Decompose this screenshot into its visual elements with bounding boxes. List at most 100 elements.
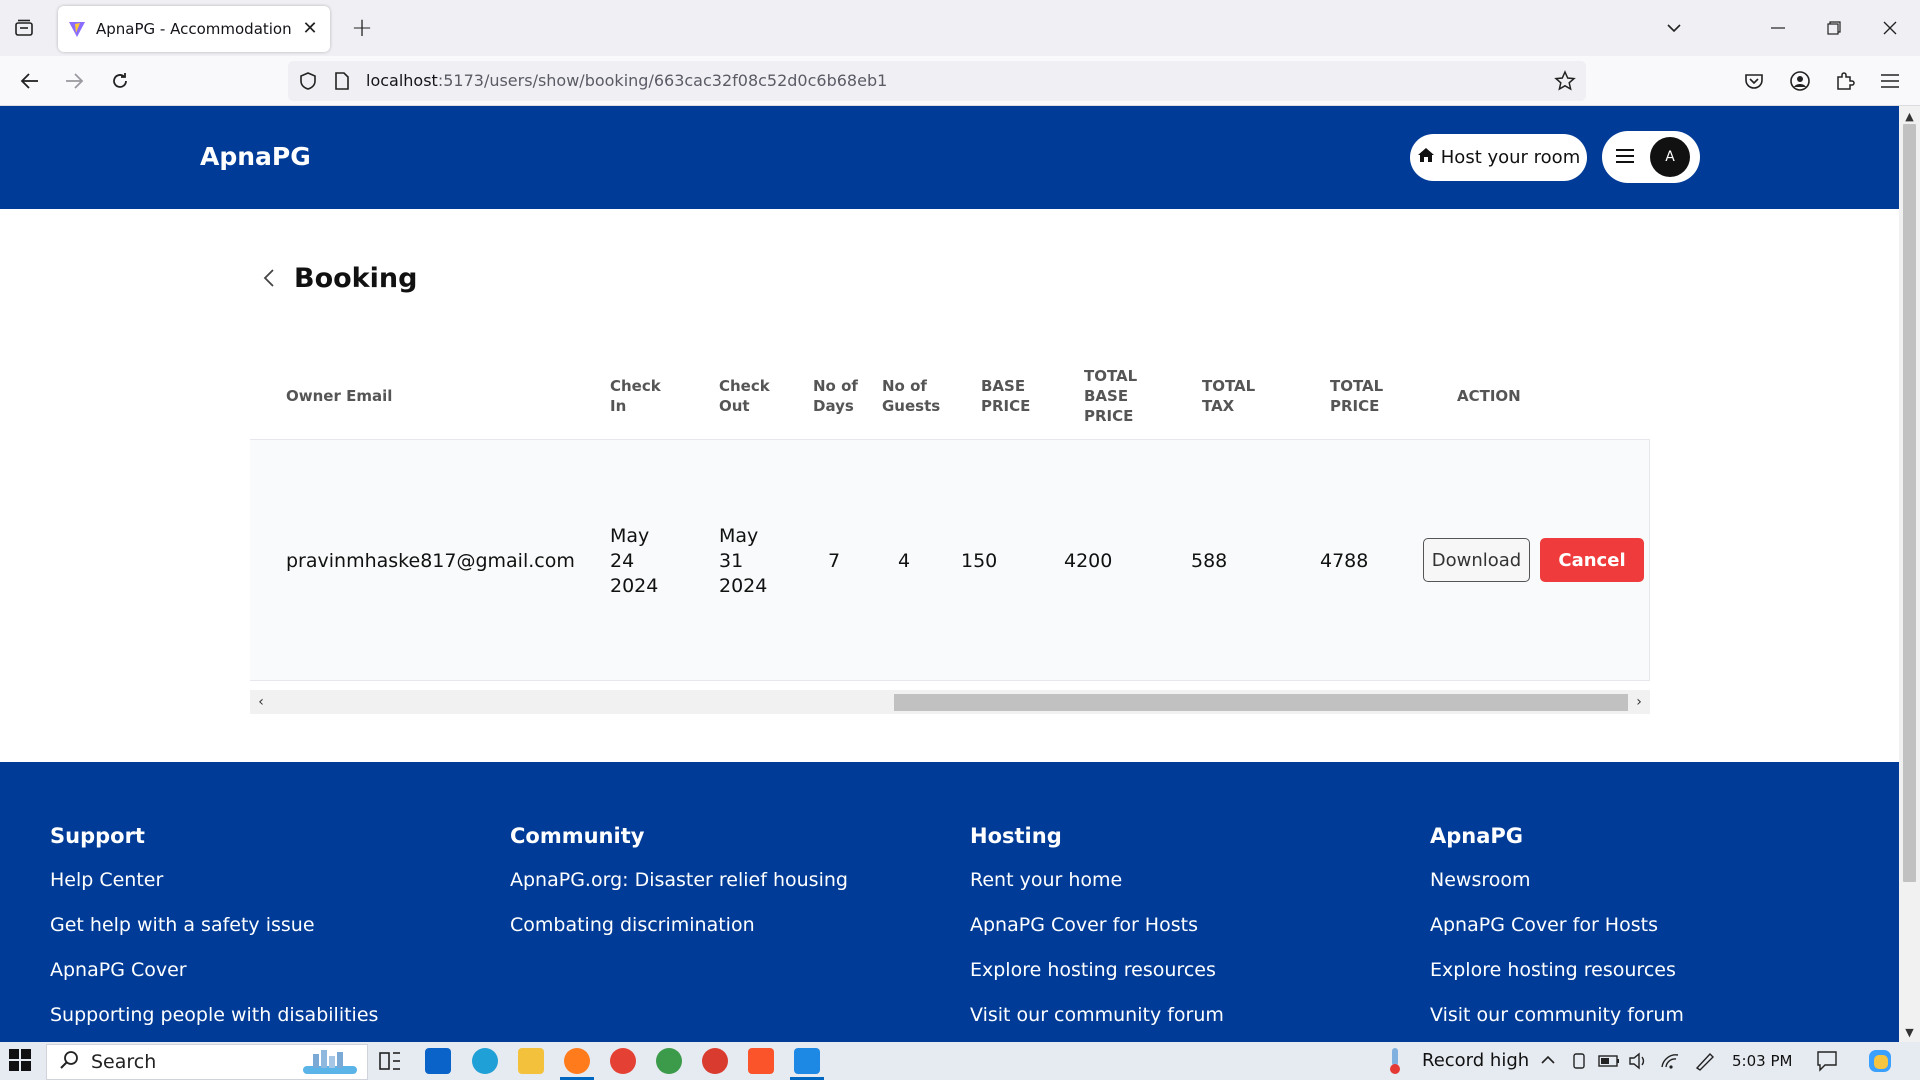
pen-icon[interactable] xyxy=(1694,1051,1716,1075)
cell-no-of-days: 7 xyxy=(828,549,841,572)
site-logo[interactable]: ApnaPG xyxy=(200,142,311,171)
footer-link[interactable]: Explore hosting resources xyxy=(970,958,1224,1003)
scroll-up-icon[interactable]: ▲ xyxy=(1902,108,1917,124)
site-footer: Support Help Center Get help with a safe… xyxy=(0,762,1899,1042)
footer-col-apnapg: ApnaPG Newsroom ApnaPG Cover for Hosts E… xyxy=(1430,824,1684,1048)
firefox-icon[interactable] xyxy=(564,1048,590,1074)
footer-link[interactable]: Rent your home xyxy=(970,868,1224,913)
windows-start-icon[interactable] xyxy=(8,1048,34,1074)
window-close-icon[interactable] xyxy=(1870,10,1910,46)
horizontal-scrollbar[interactable]: ‹ › xyxy=(250,690,1650,714)
th-no-of-guests: No of Guests xyxy=(882,377,941,415)
url-bar[interactable]: localhost:5173/users/show/booking/663cac… xyxy=(288,61,1586,101)
search-icon xyxy=(59,1050,79,1074)
thermometer-icon[interactable] xyxy=(1384,1046,1406,1080)
footer-col-community: Community ApnaPG.org: Disaster relief ho… xyxy=(510,824,848,958)
weather-text[interactable]: Record high xyxy=(1422,1050,1529,1071)
forward-icon[interactable] xyxy=(58,65,90,97)
page-title-row: Booking xyxy=(258,258,417,298)
th-check-out: Check Out xyxy=(719,377,770,415)
pocket-icon[interactable] xyxy=(1738,65,1770,97)
restore-icon[interactable] xyxy=(1814,10,1854,46)
page-icon[interactable] xyxy=(334,71,350,95)
chrome-alt-icon[interactable] xyxy=(702,1048,728,1074)
notification-icon[interactable] xyxy=(1816,1050,1838,1076)
footer-link[interactable]: Newsroom xyxy=(1430,868,1684,913)
th-total-base-price: TOTAL BASE PRICE xyxy=(1084,367,1138,425)
url-path: :5173/users/show/booking/663cac32f08c52d… xyxy=(437,71,888,90)
chevron-up-icon[interactable] xyxy=(1540,1052,1556,1071)
footer-link[interactable]: Combating discrimination xyxy=(510,913,848,958)
cell-base-price: 150 xyxy=(961,549,998,572)
system-tray-icon[interactable] xyxy=(1570,1051,1588,1075)
search-label: Search xyxy=(91,1051,157,1073)
vertical-scrollbar-thumb[interactable] xyxy=(1903,124,1916,882)
cell-owner-email: pravinmhaske817@gmail.com xyxy=(286,549,575,572)
plus-icon[interactable]: + xyxy=(348,13,376,43)
cancel-button[interactable]: Cancel xyxy=(1540,538,1644,582)
scroll-left-icon[interactable]: ‹ xyxy=(253,693,269,711)
tab-list-icon[interactable] xyxy=(10,14,38,42)
chrome-profile-icon[interactable] xyxy=(656,1048,682,1074)
footer-heading: Hosting xyxy=(970,824,1062,848)
reload-icon[interactable] xyxy=(104,65,136,97)
taskbar-search[interactable]: Search xyxy=(46,1044,368,1080)
footer-link[interactable]: ApnaPG Cover for Hosts xyxy=(970,913,1224,958)
footer-col-support: Support Help Center Get help with a safe… xyxy=(50,824,378,1048)
tab-title: ApnaPG - Accommodation Solution xyxy=(96,20,296,38)
footer-link[interactable]: ApnaPG Cover for Hosts xyxy=(1430,913,1684,958)
footer-link[interactable]: Help Center xyxy=(50,868,378,913)
table-header: Owner Email Check In Check Out No of Day… xyxy=(250,353,1650,439)
th-action: ACTION xyxy=(1457,387,1521,405)
chevron-left-icon[interactable] xyxy=(258,266,282,290)
scroll-right-icon[interactable]: › xyxy=(1631,693,1647,711)
user-menu-button[interactable]: A xyxy=(1602,131,1700,183)
minimize-icon[interactable] xyxy=(1758,10,1798,46)
table-row: pravinmhaske817@gmail.com May 24 2024 Ma… xyxy=(250,439,1650,681)
browser-tabbar: ApnaPG - Accommodation Solution ✕ + xyxy=(0,0,1920,56)
home-icon xyxy=(1417,147,1435,168)
hamburger-icon xyxy=(1616,147,1638,165)
menu-icon[interactable] xyxy=(1874,65,1906,97)
extensions-icon[interactable] xyxy=(1829,65,1861,97)
file-explorer-icon[interactable] xyxy=(518,1048,544,1074)
scroll-down-icon[interactable]: ▼ xyxy=(1902,1024,1917,1040)
battery-icon[interactable] xyxy=(1598,1053,1620,1072)
scrollbar-thumb[interactable] xyxy=(894,694,1628,711)
clock[interactable]: 5:03 PM xyxy=(1732,1052,1792,1070)
copilot-icon[interactable] xyxy=(1866,1047,1894,1079)
footer-heading: ApnaPG xyxy=(1430,824,1524,848)
footer-link[interactable]: Get help with a safety issue xyxy=(50,913,378,958)
task-view-icon[interactable] xyxy=(377,1048,403,1074)
edge-icon[interactable] xyxy=(472,1048,498,1074)
chevron-down-icon[interactable] xyxy=(1654,10,1694,46)
back-icon[interactable] xyxy=(14,65,46,97)
footer-link[interactable]: ApnaPG.org: Disaster relief housing xyxy=(510,868,848,913)
vscode-icon[interactable] xyxy=(794,1048,820,1074)
star-icon[interactable] xyxy=(1554,70,1576,96)
volume-icon[interactable] xyxy=(1628,1051,1650,1075)
browser-tab-active[interactable]: ApnaPG - Accommodation Solution ✕ xyxy=(58,6,330,52)
url-text[interactable]: localhost:5173/users/show/booking/663cac… xyxy=(366,71,887,90)
vertical-scrollbar[interactable]: ▲ ▼ xyxy=(1899,106,1920,1042)
shield-icon[interactable] xyxy=(298,71,318,95)
th-no-of-days: No of Days xyxy=(813,377,858,415)
host-your-room-button[interactable]: Host your room xyxy=(1410,134,1587,181)
host-button-label: Host your room xyxy=(1440,147,1581,168)
footer-link[interactable]: Explore hosting resources xyxy=(1430,958,1684,1003)
close-icon[interactable]: ✕ xyxy=(300,18,320,39)
search-highlight-icon xyxy=(301,1048,359,1080)
th-check-in: Check In xyxy=(610,377,661,415)
wifi-icon[interactable] xyxy=(1660,1051,1682,1075)
mail-icon[interactable] xyxy=(425,1048,451,1074)
footer-heading: Support xyxy=(50,824,145,848)
booking-table: Owner Email Check In Check Out No of Day… xyxy=(250,353,1650,714)
account-icon[interactable] xyxy=(1784,65,1816,97)
download-button[interactable]: Download xyxy=(1423,538,1530,582)
chrome-icon[interactable] xyxy=(610,1048,636,1074)
url-host: localhost xyxy=(366,71,438,90)
site-header: ApnaPG Host your room A xyxy=(0,106,1899,209)
brave-icon[interactable] xyxy=(748,1048,774,1074)
footer-link[interactable]: ApnaPG Cover xyxy=(50,958,378,1003)
th-base-price: BASE PRICE xyxy=(981,377,1031,415)
